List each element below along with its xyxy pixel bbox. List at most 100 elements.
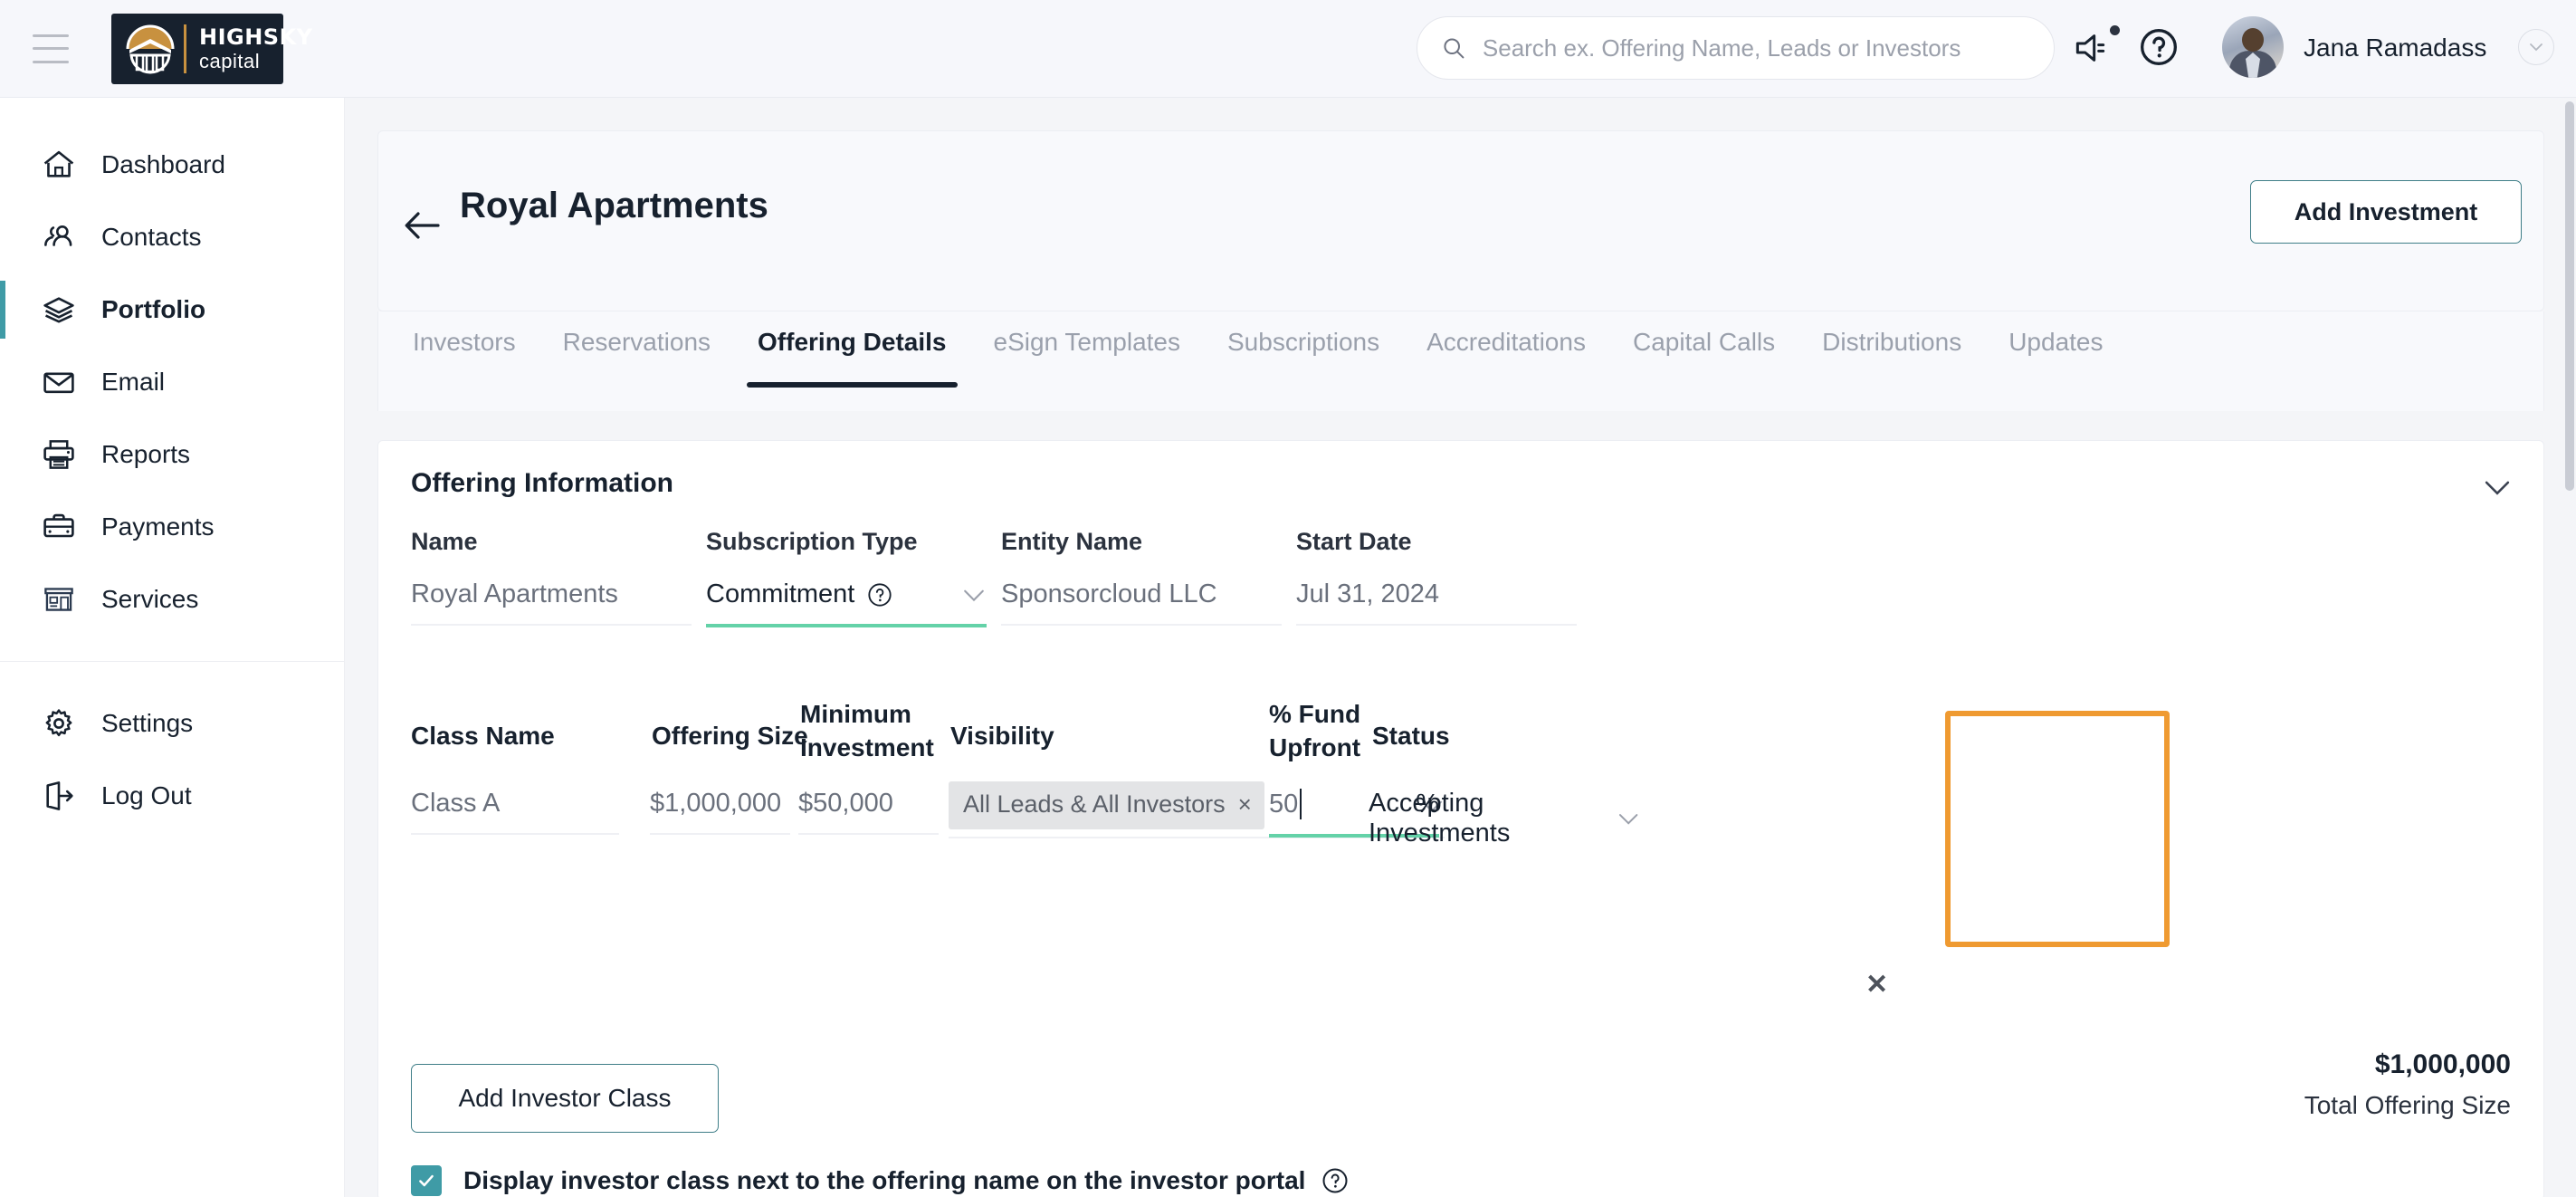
field-name: Name Royal Apartments [411, 528, 692, 626]
subscription-type-select[interactable]: Commitment [706, 579, 987, 627]
briefcase-icon [40, 508, 78, 546]
field-label: Name [411, 528, 478, 555]
scrollbar-thumb[interactable] [2565, 101, 2574, 491]
total-offering-amount: $1,000,000 [2374, 1049, 2511, 1079]
cell-minimum-investment: $50,000 [798, 789, 939, 835]
tab-esign-templates[interactable]: eSign Templates [970, 311, 1205, 357]
gear-icon [40, 704, 78, 742]
sidebar-item-reports[interactable]: Reports [0, 418, 344, 491]
app-logo[interactable]: HIGHSKY capital [111, 13, 312, 84]
section-title: Offering Information [411, 468, 673, 498]
add-investor-class-button[interactable]: Add Investor Class [411, 1064, 719, 1133]
sidebar-item-email[interactable]: Email [0, 346, 344, 418]
display-class-checkbox-row: Display investor class next to the offer… [411, 1165, 1349, 1196]
tab-investors[interactable]: Investors [389, 311, 539, 357]
start-date-input[interactable]: Jul 31, 2024 [1296, 579, 1577, 626]
user-avatar[interactable] [2222, 16, 2284, 78]
sidebar-item-label: Dashboard [101, 150, 225, 178]
class-name-input[interactable]: Class A [411, 789, 619, 835]
logo-text-primary: HIGHSKY [199, 24, 313, 50]
tab-capital-calls[interactable]: Capital Calls [1609, 311, 1798, 357]
status-value: Accepting Investments [1369, 789, 1511, 847]
sidebar-item-services[interactable]: Services [0, 563, 344, 636]
sidebar-item-label: Settings [101, 709, 194, 737]
cell-status: Accepting Investments [1369, 789, 1640, 863]
column-header-status: Status [1372, 722, 1450, 750]
field-label: Start Date [1296, 528, 1412, 555]
tab-distributions[interactable]: Distributions [1798, 311, 1985, 357]
help-circle-icon[interactable] [2139, 27, 2179, 67]
left-sidebar: Dashboard Contacts Portfolio Email Repor… [0, 98, 345, 1197]
sidebar-item-label: Contacts [101, 223, 202, 251]
sidebar-item-logout[interactable]: Log Out [0, 760, 344, 832]
notification-dot [2110, 25, 2120, 35]
arrow-left-icon[interactable] [400, 202, 447, 249]
global-search-box[interactable] [1417, 16, 2055, 80]
sidebar-item-label: Email [101, 368, 166, 396]
check-icon [419, 1174, 434, 1187]
chevron-down-icon[interactable] [1617, 806, 1640, 831]
entity-name-input[interactable]: Sponsorcloud LLC [1001, 579, 1282, 626]
help-circle-icon[interactable] [1321, 1167, 1349, 1194]
cell-offering-size: $1,000,000 [650, 789, 790, 835]
column-header-fund-upfront: % Fund Upfront [1269, 700, 1361, 761]
text-cursor [1300, 789, 1302, 819]
user-name-label: Jana Ramadass [2304, 34, 2487, 62]
search-icon [1444, 38, 1465, 59]
visibility-chip[interactable]: All Leads & All Investors × [949, 781, 1264, 829]
logo-divider [184, 24, 186, 73]
tab-reservations[interactable]: Reservations [539, 311, 734, 357]
field-start-date: Start Date Jul 31, 2024 [1296, 528, 1577, 626]
main-content-area: Royal Apartments Add Investment Investor… [345, 98, 2576, 1197]
offering-size-input[interactable]: $1,000,000 [650, 789, 790, 835]
tab-offering-details[interactable]: Offering Details [734, 311, 969, 388]
column-header-class-name: Class Name [411, 722, 555, 750]
sidebar-item-label: Reports [101, 440, 191, 468]
megaphone-icon[interactable] [2073, 30, 2113, 66]
cell-class-name: Class A [411, 789, 619, 835]
field-subscription-type: Subscription Type Commitment [706, 528, 987, 627]
offering-information-panel: Offering Information Name Royal Apartmen… [377, 440, 2544, 1197]
name-input[interactable]: Royal Apartments [411, 579, 692, 626]
highsky-logo-mark [126, 24, 175, 74]
tab-subscriptions[interactable]: Subscriptions [1204, 311, 1403, 357]
sidebar-item-dashboard[interactable]: Dashboard [0, 129, 344, 201]
total-offering-size-label: Total Offering Size [2304, 1091, 2511, 1119]
chevron-down-icon[interactable] [2482, 472, 2513, 503]
display-class-checkbox[interactable] [411, 1165, 442, 1196]
sidebar-item-settings[interactable]: Settings [0, 687, 344, 760]
sidebar-item-portfolio[interactable]: Portfolio [0, 273, 344, 346]
field-entity-name: Entity Name Sponsorcloud LLC [1001, 528, 1282, 626]
envelope-icon [40, 363, 78, 401]
top-header-bar: HIGHSKY capital [0, 0, 2576, 98]
search-input[interactable] [1482, 34, 2030, 62]
sidebar-item-contacts[interactable]: Contacts [0, 201, 344, 273]
minimum-investment-input[interactable]: $50,000 [798, 789, 939, 835]
layers-icon [40, 291, 78, 329]
field-label: Entity Name [1001, 528, 1143, 555]
hamburger-menu-icon[interactable] [33, 34, 69, 63]
tab-accreditations[interactable]: Accreditations [1403, 311, 1609, 357]
display-class-checkbox-label: Display investor class next to the offer… [463, 1166, 1306, 1194]
page-title: Royal Apartments [460, 186, 768, 225]
home-icon [40, 146, 78, 184]
offering-tab-bar: Investors Reservations Offering Details … [377, 311, 2544, 411]
fund-upfront-value: 50 [1269, 789, 1299, 819]
status-select[interactable]: Accepting Investments [1369, 789, 1640, 863]
users-icon [40, 218, 78, 256]
logout-icon [40, 777, 78, 815]
page-scrollbar[interactable] [2563, 98, 2576, 1197]
field-label: Subscription Type [706, 528, 918, 555]
subscription-type-value: Commitment [706, 579, 855, 608]
printer-icon [40, 436, 78, 474]
page-header-card: Royal Apartments Add Investment [377, 130, 2544, 311]
visibility-clear-all-icon[interactable]: ✕ [1865, 969, 1888, 1001]
user-menu-chevron-down-icon[interactable] [2518, 29, 2554, 65]
tab-updates[interactable]: Updates [1985, 311, 2126, 357]
help-circle-icon[interactable] [867, 582, 892, 608]
chevron-down-icon[interactable] [961, 582, 987, 608]
sidebar-item-label: Services [101, 585, 199, 613]
sidebar-item-payments[interactable]: Payments [0, 491, 344, 563]
chip-remove-icon[interactable]: × [1238, 790, 1252, 819]
add-investment-button[interactable]: Add Investment [2250, 180, 2522, 244]
